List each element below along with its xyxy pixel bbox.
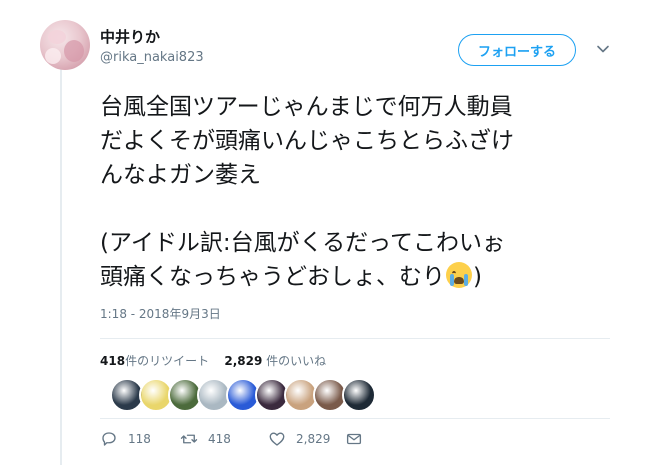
like-count: 2,829 xyxy=(296,432,331,446)
heart-icon xyxy=(269,432,285,446)
thread-rail xyxy=(60,68,62,465)
like-button[interactable]: 2,829 xyxy=(268,430,330,448)
engagement-stats: 418件のリツイート 2,829 件のいいね xyxy=(100,352,326,369)
reply-button[interactable]: 118 xyxy=(100,430,151,448)
tweet-line: (アイドル訳:台風がくるだってこわいぉ xyxy=(100,230,505,256)
direct-message-button[interactable] xyxy=(345,430,363,448)
follow-button-label: フォローする xyxy=(477,44,556,60)
tweet-line: 頭痛くなっちゃうどおしょ、むり xyxy=(100,264,445,290)
tweet-line: だよくそが頭痛いんじゃこちとらふざけ xyxy=(100,128,514,154)
retweet-count: 418 xyxy=(208,432,231,446)
reply-count: 118 xyxy=(128,432,151,446)
retweet-button[interactable]: 418 xyxy=(180,430,231,448)
follow-button[interactable]: フォローする xyxy=(458,34,576,66)
envelope-icon xyxy=(346,433,362,445)
chevron-down-icon[interactable] xyxy=(596,42,610,56)
likes-stat[interactable]: 2,829 件のいいね xyxy=(224,354,326,368)
display-name[interactable]: 中井りか xyxy=(100,26,160,47)
tweet-line: んなよガン萎え xyxy=(100,162,261,188)
reply-icon xyxy=(102,432,116,446)
tweet-timestamp[interactable]: 1:18 - 2018年9月3日 xyxy=(100,305,221,322)
tweet-line: ) xyxy=(473,264,482,290)
divider xyxy=(100,338,610,339)
loudly-crying-face-icon xyxy=(446,262,472,288)
retweet-icon xyxy=(180,434,198,444)
tweet-line: 台風全国ツアーじゃんまじで何万人動員 xyxy=(100,94,513,120)
tweet-text: 台風全国ツアーじゃんまじで何万人動員 だよくそが頭痛いんじゃこちとらふざけ んな… xyxy=(100,90,630,294)
liker-avatar[interactable] xyxy=(342,378,376,412)
retweets-stat[interactable]: 418件のリツイート xyxy=(100,354,209,368)
user-handle[interactable]: @rika_nakai823 xyxy=(100,50,204,65)
avatar[interactable] xyxy=(40,20,90,70)
divider xyxy=(100,418,610,419)
